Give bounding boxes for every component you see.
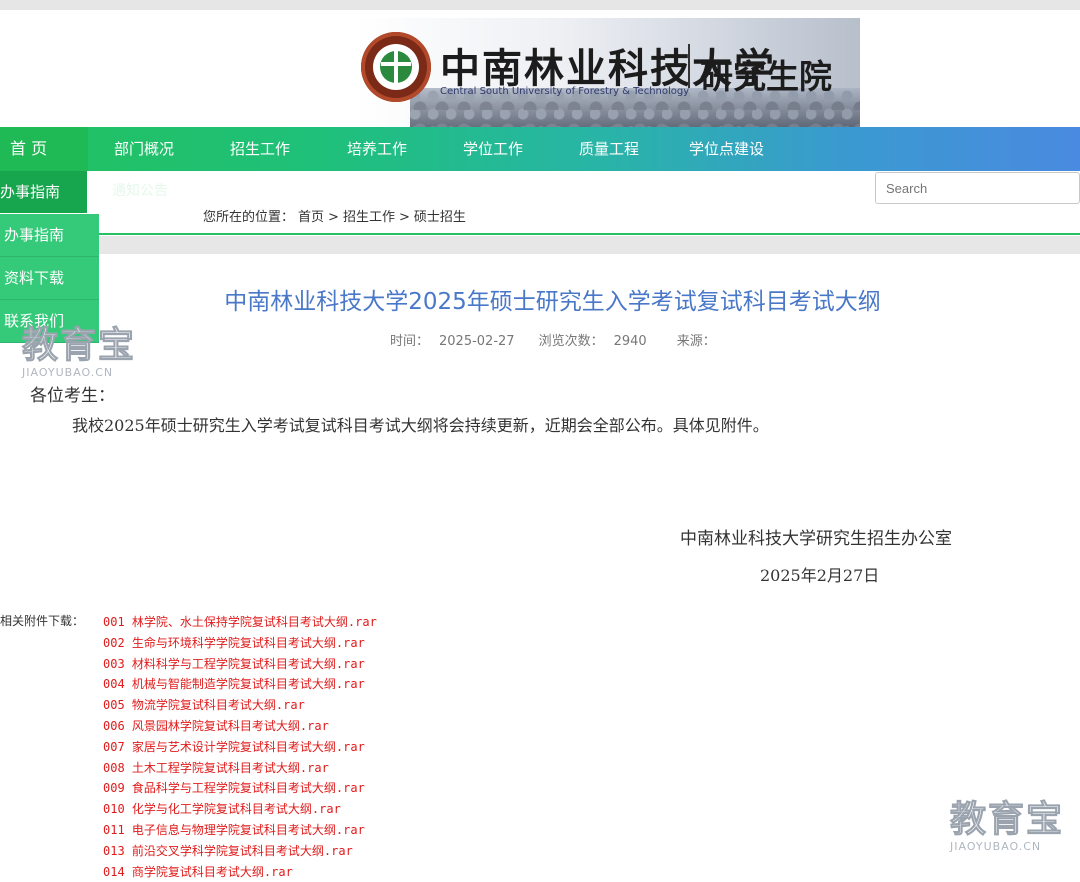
meta-time: 2025-02-27 [439,334,515,349]
attachment-link[interactable]: 009 食品科学与工程学院复试科目考试大纲.rar [103,778,703,799]
article-meta: 时间： 2025-02-27 浏览次数： 2940 来源： [390,330,726,349]
sidebar-item-guide[interactable]: 办事指南 [0,214,99,257]
nav-item-training[interactable]: 培养工作 [347,127,407,171]
attachment-link[interactable]: 005 物流学院复试科目考试大纲.rar [103,695,703,716]
attachments-label: 相关附件下载： [0,614,85,628]
breadcrumb-sep: > [328,210,339,225]
breadcrumb: 您所在的位置： 首页 > 招生工作 > 硕士招生 [203,206,470,225]
nav-item-home[interactable]: 首 页 [0,127,88,171]
nav-item-quality[interactable]: 质量工程 [579,127,639,171]
nav-item-discipline[interactable]: 学位点建设 [689,127,764,171]
attachment-link[interactable]: 002 生命与环境科学学院复试科目考试大纲.rar [103,633,703,654]
attachment-link[interactable]: 006 风景园林学院复试科目考试大纲.rar [103,716,703,737]
breadcrumb-prefix: 您所在的位置： [203,210,295,225]
breadcrumb-sep: > [398,210,410,225]
article-body: 我校2025年硕士研究生入学考试复试科目考试大纲将会持续更新，近期会全部公布。具… [72,416,769,435]
breadcrumb-home[interactable]: 首页 [298,210,324,225]
meta-time-label: 时间： [390,334,430,349]
search-input[interactable] [875,172,1080,204]
breadcrumb-master[interactable]: 硕士招生 [414,210,466,225]
header-divider [688,44,690,88]
sidebar-item-downloads[interactable]: 资料下载 [0,257,99,300]
attachments-list: 001 林学院、水土保持学院复试科目考试大纲.rar 002 生命与环境科学学院… [103,612,703,882]
nav-item-degree[interactable]: 学位工作 [463,127,523,171]
attachment-link[interactable]: 004 机械与智能制造学院复试科目考试大纲.rar [103,674,703,695]
attachment-link[interactable]: 001 林学院、水土保持学院复试科目考试大纲.rar [103,612,703,633]
gray-separator [0,236,1080,254]
watermark-logo-bottom: 教育宝 JIAOYUBAO.CN [949,799,1065,853]
attachment-link[interactable]: 014 商学院复试科目考试大纲.rar [103,862,703,882]
article-title: 中南林业科技大学2025年硕士研究生入学考试复试科目考试大纲 [224,289,881,315]
meta-source-label: 来源： [676,334,716,349]
breadcrumb-admissions[interactable]: 招生工作 [343,210,395,225]
attachment-link[interactable]: 007 家居与艺术设计学院复试科目考试大纲.rar [103,737,703,758]
meta-views: 2940 [613,334,647,349]
top-strip [0,0,1080,10]
graduate-school-title: 研究生院 [700,57,832,96]
university-logo-icon [361,32,431,102]
sidebar-menu: 办事指南 资料下载 联系我们 [0,214,99,343]
article-greeting: 各位考生： [30,386,115,406]
attachment-link[interactable]: 003 材料科学与工程学院复试科目考试大纲.rar [103,654,703,675]
dropdown-active-item[interactable]: 办事指南 [0,171,87,213]
notice-tab-ghost: 通知公告 [112,183,168,199]
university-name-en: Central South University of Forestry & T… [440,86,690,97]
attachment-link[interactable]: 011 电子信息与物理学院复试科目考试大纲.rar [103,820,703,841]
watermark-logo: 教育宝 JIAOYUBAO.CN [21,325,137,379]
attachment-link[interactable]: 008 土木工程学院复试科目考试大纲.rar [103,758,703,779]
nav-item-department[interactable]: 部门概况 [114,127,174,171]
attachment-link[interactable]: 010 化学与化工学院复试科目考试大纲.rar [103,799,703,820]
attachment-link[interactable]: 013 前沿交叉学科学院复试科目考试大纲.rar [103,841,703,862]
signature-org: 中南林业科技大学研究生招生办公室 [680,529,952,549]
meta-views-label: 浏览次数： [538,334,604,349]
main-nav: 首 页 部门概况 招生工作 培养工作 学位工作 质量工程 学位点建设 [0,127,1080,171]
signature-date: 2025年2月27日 [760,566,880,585]
nav-item-admissions[interactable]: 招生工作 [230,127,290,171]
